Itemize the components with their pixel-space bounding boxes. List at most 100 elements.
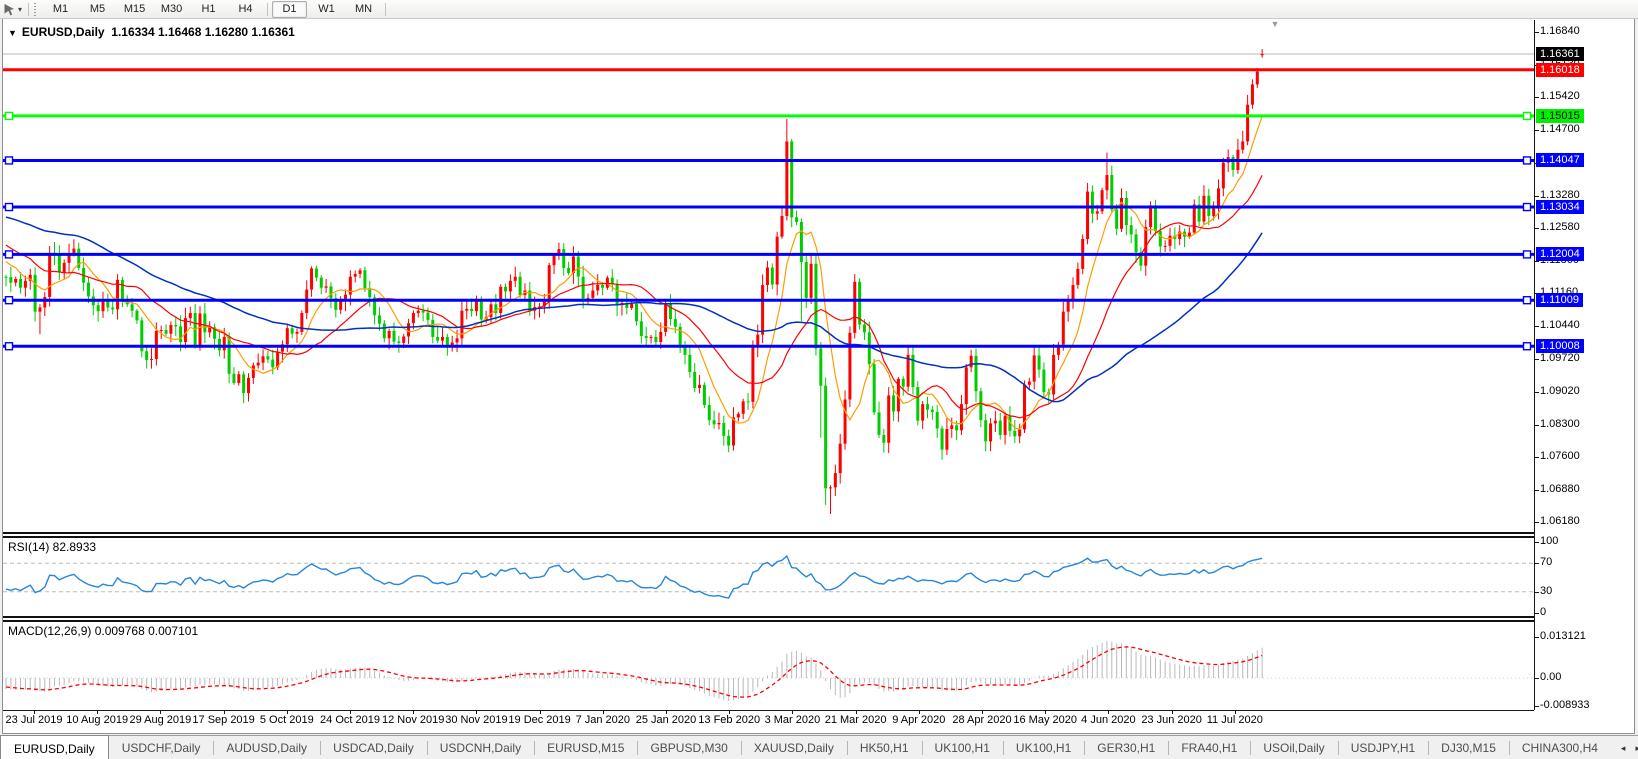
- bottom-tab-audusd-daily[interactable]: AUDUSD,Daily: [213, 736, 320, 759]
- toolbar-separator: [28, 3, 29, 16]
- bottom-tab-dj30-m15[interactable]: DJ30,M15: [1428, 736, 1509, 759]
- price-badge: 1.16018: [1536, 63, 1584, 77]
- chevron-down-icon[interactable]: ▾: [18, 5, 22, 14]
- price-axis-tick-mark: [1534, 97, 1539, 98]
- bottom-tab-eurusd-m15[interactable]: EURUSD,M15: [534, 736, 637, 759]
- date-axis-label: 3 Mar 2020: [765, 714, 821, 726]
- price-badge: 1.13034: [1536, 200, 1584, 214]
- timeframe-button-m5[interactable]: M5: [80, 1, 115, 18]
- date-axis-label: 12 Nov 2019: [382, 714, 444, 726]
- rsi-axis-tick: 0: [1540, 606, 1546, 618]
- date-axis-label: 4 Jun 2020: [1081, 714, 1135, 726]
- rsi-axis-tick-mark: [1534, 592, 1539, 593]
- price-axis-tick-mark: [1534, 392, 1539, 393]
- macd-axis-tick: -0.008933: [1540, 699, 1590, 711]
- toolbar-grip[interactable]: [33, 3, 38, 16]
- macd-indicator-label: MACD(12,26,9) 0.009768 0.007101: [8, 624, 198, 638]
- price-axis-tick-mark: [1534, 425, 1539, 426]
- price-axis-tick-mark: [1534, 196, 1539, 197]
- date-axis-label: 25 Jan 2020: [636, 714, 697, 726]
- date-axis-label: 7 Jan 2020: [576, 714, 630, 726]
- date-axis-label: 28 Apr 2020: [952, 714, 1011, 726]
- timeframe-button-m30[interactable]: M30: [154, 1, 189, 18]
- price-axis-tick-mark: [1534, 359, 1539, 360]
- bottom-tab-usdcad-daily[interactable]: USDCAD,Daily: [320, 736, 427, 759]
- timeframe-toolbar: ▾ M1M5M15M30H1H4 D1W1MN: [0, 0, 1638, 19]
- tab-scroll-left-icon[interactable]: ◂: [1621, 743, 1626, 754]
- chart-window[interactable]: [2, 18, 1635, 734]
- date-axis-label: 23 Jul 2019: [6, 714, 63, 726]
- bottom-tab-usdchf-daily[interactable]: USDCHF,Daily: [109, 736, 214, 759]
- bottom-tab-hk50-h1[interactable]: HK50,H1: [847, 736, 922, 759]
- chart-tab-bar: EURUSD,DailyUSDCHF,DailyAUDUSD,DailyUSDC…: [0, 735, 1638, 759]
- price-axis-tick: 1.16840: [1540, 25, 1580, 37]
- timeframe-button-mn[interactable]: MN: [346, 1, 381, 18]
- date-axis-label: 19 Dec 2019: [508, 714, 570, 726]
- date-axis-label: 9 Apr 2020: [892, 714, 945, 726]
- price-axis-tick: 1.10440: [1540, 319, 1580, 331]
- tab-scroll-controls: ◂ ▸: [1611, 736, 1638, 759]
- price-axis-tick-mark: [1534, 228, 1539, 229]
- bottom-tab-eurusd-daily[interactable]: EURUSD,Daily: [0, 735, 109, 759]
- price-axis-tick: 1.09020: [1540, 385, 1580, 397]
- price-axis-tick-mark: [1534, 522, 1539, 523]
- bottom-tab-uk100-h1[interactable]: UK100,H1: [922, 736, 1003, 759]
- macd-axis-tick: 0.00: [1540, 671, 1561, 683]
- rsi-axis-tick: 70: [1540, 556, 1552, 568]
- timeframe-button-h4[interactable]: H4: [228, 1, 263, 18]
- price-badge: 1.15015: [1536, 109, 1584, 123]
- chart-shift-marker-icon[interactable]: ▼: [1271, 19, 1280, 29]
- price-axis-tick: 1.14700: [1540, 123, 1580, 135]
- bottom-tab-uk100-h1[interactable]: UK100,H1: [1003, 736, 1084, 759]
- date-axis-label: 29 Aug 2019: [129, 714, 191, 726]
- bottom-tab-ger30-h1[interactable]: GER30,H1: [1084, 736, 1168, 759]
- timeframe-button-d1[interactable]: D1: [272, 1, 307, 18]
- pane-divider-main-rsi[interactable]: [3, 532, 1534, 538]
- chart-symbol-period: EURUSD,Daily: [22, 25, 105, 39]
- chart-tabs: EURUSD,DailyUSDCHF,DailyAUDUSD,DailyUSDC…: [0, 736, 1611, 759]
- price-badge: 1.16361: [1536, 47, 1584, 61]
- date-axis-label: 30 Nov 2019: [445, 714, 507, 726]
- mt4-window: ▾ M1M5M15M30H1H4 D1W1MN ▼ EURUSD,Daily 1.1…: [0, 0, 1638, 759]
- rsi-axis-tick-mark: [1534, 613, 1539, 614]
- price-axis-tick: 1.15420: [1540, 90, 1580, 102]
- toolbar-separator: [267, 3, 268, 16]
- date-axis-label: 11 Jul 2020: [1207, 714, 1263, 726]
- price-axis-tick: 1.12580: [1540, 221, 1580, 233]
- bottom-tab-xauusd-daily[interactable]: XAUUSD,Daily: [741, 736, 847, 759]
- timeframe-button-w1[interactable]: W1: [309, 1, 344, 18]
- cursor-arrow-icon: [3, 3, 16, 16]
- price-axis-tick: 1.07600: [1540, 450, 1580, 462]
- price-axis-tick-mark: [1534, 32, 1539, 33]
- bottom-tab-fra40-h1[interactable]: FRA40,H1: [1168, 736, 1250, 759]
- timeframe-button-m15[interactable]: M15: [117, 1, 152, 18]
- price-axis-tick: 1.09720: [1540, 352, 1580, 364]
- bottom-tab-gbpusd-m30[interactable]: GBPUSD,M30: [637, 736, 740, 759]
- chart-dropdown-icon[interactable]: ▼: [8, 28, 17, 38]
- price-badge: 1.10008: [1536, 339, 1584, 353]
- price-badge: 1.14047: [1536, 153, 1584, 167]
- price-axis-tick: 1.08300: [1540, 418, 1580, 430]
- timeframe-button-m1[interactable]: M1: [43, 1, 78, 18]
- pane-divider-rsi-macd[interactable]: [3, 616, 1534, 622]
- rsi-axis-tick-mark: [1534, 563, 1539, 564]
- timeframe-buttons: M1M5M15M30H1H4 D1W1MN: [42, 1, 389, 18]
- chart-title: ▼EURUSD,Daily 1.16334 1.16468 1.16280 1.…: [8, 25, 295, 39]
- macd-axis-tick-mark: [1534, 678, 1539, 679]
- macd-axis-tick-mark: [1534, 637, 1539, 638]
- bottom-tab-china300-h4[interactable]: CHINA300,H4: [1509, 736, 1611, 759]
- bottom-tab-usdcnh-daily[interactable]: USDCNH,Daily: [427, 736, 534, 759]
- bottom-tab-usoil-daily[interactable]: USOil,Daily: [1250, 736, 1337, 759]
- date-axis-label: 21 Mar 2020: [825, 714, 887, 726]
- price-axis-tick-mark: [1534, 457, 1539, 458]
- rsi-axis-tick: 100: [1540, 535, 1558, 547]
- date-axis-label: 17 Sep 2019: [192, 714, 254, 726]
- date-axis-label: 23 Jun 2020: [1141, 714, 1202, 726]
- crosshair-tool-icon[interactable]: [0, 1, 18, 17]
- price-axis-tick-mark: [1534, 490, 1539, 491]
- timeframe-button-h1[interactable]: H1: [191, 1, 226, 18]
- price-axis-tick: 1.13280: [1540, 189, 1580, 201]
- date-axis-label: 5 Oct 2019: [260, 714, 314, 726]
- bottom-tab-usdjpy-h1[interactable]: USDJPY,H1: [1338, 736, 1428, 759]
- date-axis-label: 10 Aug 2019: [66, 714, 128, 726]
